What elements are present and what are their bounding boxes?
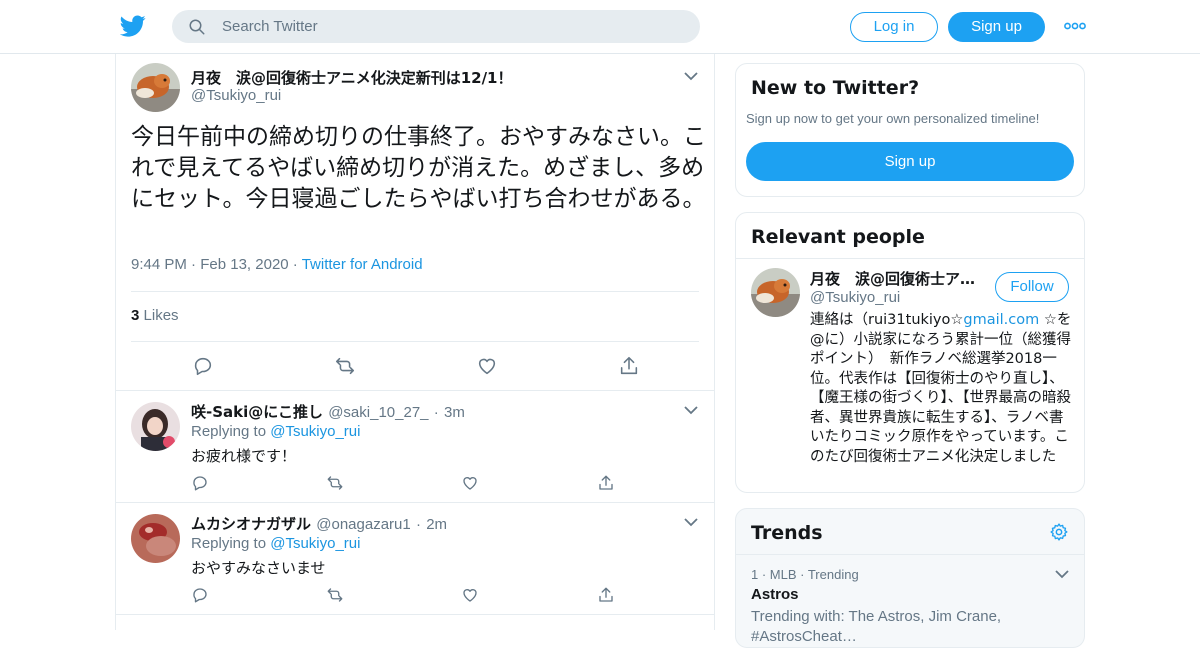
- sidebar-signup-button[interactable]: Sign up: [746, 142, 1074, 181]
- like-icon[interactable]: [476, 355, 498, 377]
- retweet-icon[interactable]: [326, 586, 344, 604]
- reply-author-name[interactable]: 咲-Saki@にこ推し @saki_10_27_ · 3m: [191, 401, 465, 422]
- reply-icon[interactable]: [191, 474, 209, 492]
- trend-rank: 1: [751, 567, 759, 582]
- twitter-bird-icon[interactable]: [120, 13, 146, 39]
- search-bar[interactable]: [172, 10, 700, 43]
- tweet-time[interactable]: 9:44 PM: [131, 256, 187, 273]
- replying-to-link[interactable]: @Tsukiyo_rui: [270, 423, 360, 440]
- card-title: New to Twitter?: [751, 77, 920, 99]
- replying-to: Replying to @Tsukiyo_rui: [191, 535, 360, 552]
- divider: [736, 554, 1084, 555]
- tweet-timestamp: 9:44 PM · Feb 13, 2020 · Twitter for And…: [131, 256, 423, 273]
- tweet-text: 今日午前中の締め切りの仕事終了。おやすみなさい。これで見えてるやばい締め切りが消…: [131, 124, 706, 212]
- like-icon[interactable]: [461, 586, 479, 604]
- main-timeline: 月夜 涙@回復術士アニメ化決定新刊は12/1！ @Tsukiyo_rui 今日午…: [115, 54, 715, 630]
- replying-to-link[interactable]: @Tsukiyo_rui: [270, 535, 360, 552]
- divider: [131, 341, 699, 342]
- author-name[interactable]: 月夜 涙@回復術士アニメ化決定新刊は12/1！: [191, 67, 513, 88]
- reply-dot: ·: [433, 404, 439, 421]
- trend-category: MLB · Trending: [769, 567, 859, 582]
- reply-avatar[interactable]: [131, 514, 180, 563]
- likes-number: 3: [131, 307, 140, 324]
- reply-name-text: 咲-Saki@にこ推し: [191, 403, 323, 421]
- author-handle[interactable]: @Tsukiyo_rui: [191, 87, 281, 104]
- card-subtitle: Sign up now to get your own personalized…: [746, 111, 1040, 126]
- reply-tweet[interactable]: ムカシオナガザル @onagazaru1 · 2m Replying to @T…: [116, 503, 714, 615]
- replying-prefix: Replying to: [191, 535, 267, 552]
- divider: [131, 291, 699, 292]
- reply-time[interactable]: 3m: [444, 404, 465, 421]
- more-options-icon[interactable]: [1064, 19, 1086, 33]
- replying-prefix: Replying to: [191, 423, 267, 440]
- top-bar: Log in Sign up: [0, 0, 1200, 54]
- trends-card: Trends 1 · MLB · Trending Astros Trendin…: [735, 508, 1085, 648]
- login-button[interactable]: Log in: [850, 12, 938, 42]
- reply-text: おやすみなさいませ: [191, 559, 326, 577]
- divider: [736, 258, 1084, 259]
- trend-name[interactable]: Astros: [751, 586, 799, 603]
- trend-context: Trending with: The Astros, Jim Crane, #A…: [751, 608, 1002, 645]
- likes-count[interactable]: 3 Likes: [131, 307, 179, 324]
- replying-to: Replying to @Tsukiyo_rui: [191, 423, 360, 440]
- reply-tweet[interactable]: 咲-Saki@にこ推し @saki_10_27_ · 3m Replying t…: [116, 391, 714, 503]
- reply-author-handle: @saki_10_27_: [328, 404, 429, 421]
- card-title: Relevant people: [751, 226, 925, 248]
- retweet-icon[interactable]: [334, 355, 356, 377]
- retweet-icon[interactable]: [326, 474, 344, 492]
- bio-link[interactable]: gmail.com: [963, 312, 1039, 328]
- person-bio: 連絡は（rui31tukiyo☆gmail.com ☆を@に）小説家になろう累計…: [810, 311, 1072, 467]
- trend-meta: 1 · MLB · Trending: [751, 567, 859, 582]
- person-handle[interactable]: @Tsukiyo_rui: [810, 289, 900, 306]
- bio-text: ☆を@に）小説家になろう累計一位（総獲得ポイント） 新作ラノベ総選挙2018一位…: [810, 312, 1072, 465]
- person-name[interactable]: 月夜 涙@回復術士ア…: [810, 268, 982, 289]
- reply-icon[interactable]: [191, 586, 209, 604]
- share-icon[interactable]: [597, 474, 615, 492]
- likes-label: Likes: [143, 307, 179, 324]
- chevron-down-icon[interactable]: [1054, 568, 1070, 580]
- new-to-twitter-card: New to Twitter? Sign up now to get your …: [735, 63, 1085, 197]
- author-avatar[interactable]: [131, 63, 180, 112]
- reply-text: お疲れ様です！: [191, 447, 297, 465]
- follow-button[interactable]: Follow: [995, 272, 1069, 302]
- chevron-down-icon[interactable]: [683, 516, 699, 528]
- person-avatar[interactable]: [751, 268, 800, 317]
- bio-text: 連絡は（rui31tukiyo☆: [810, 312, 964, 328]
- reply-author-handle: @onagazaru1: [316, 516, 411, 533]
- reply-name-text: ムカシオナガザル: [191, 515, 312, 533]
- signup-button[interactable]: Sign up: [948, 12, 1045, 42]
- tweet-source-link[interactable]: Twitter for Android: [302, 256, 423, 273]
- search-icon: [189, 19, 205, 35]
- gear-icon[interactable]: [1049, 522, 1069, 542]
- chevron-down-icon[interactable]: [683, 404, 699, 416]
- reply-icon[interactable]: [192, 355, 214, 377]
- reply-author-name[interactable]: ムカシオナガザル @onagazaru1 · 2m: [191, 513, 447, 534]
- like-icon[interactable]: [461, 474, 479, 492]
- card-title: Trends: [751, 522, 823, 544]
- relevant-people-card: Relevant people 月夜 涙@回復術士ア… @Tsukiyo_rui…: [735, 212, 1085, 493]
- focused-tweet: 月夜 涙@回復術士アニメ化決定新刊は12/1！ @Tsukiyo_rui 今日午…: [116, 54, 714, 391]
- chevron-down-icon[interactable]: [683, 70, 699, 82]
- share-icon[interactable]: [597, 586, 615, 604]
- share-icon[interactable]: [618, 355, 640, 377]
- search-input[interactable]: [222, 10, 682, 43]
- tweet-date[interactable]: Feb 13, 2020: [200, 256, 288, 273]
- reply-dot: ·: [415, 516, 421, 533]
- reply-avatar[interactable]: [131, 402, 180, 451]
- reply-time[interactable]: 2m: [426, 516, 447, 533]
